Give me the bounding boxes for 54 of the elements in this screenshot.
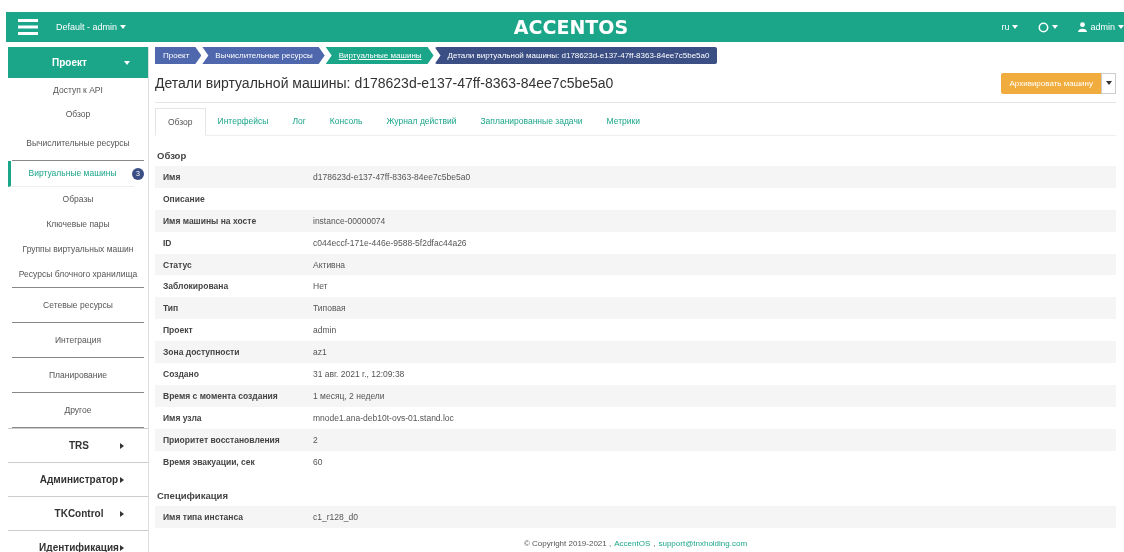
field-label: Имя узла	[162, 412, 203, 423]
field-label: Имя типа инстанса	[162, 512, 244, 523]
field-value: mnode1.ana-deb10t-ovs-01.stand.loc	[313, 412, 454, 423]
sidebar-item[interactable]: Доступ к API	[8, 78, 148, 102]
sidebar-item[interactable]: Ресурсы блочного хранилища	[12, 262, 144, 288]
breadcrumb-item[interactable]: Проект	[155, 47, 202, 64]
sidebar-item[interactable]: Интеграция	[12, 323, 144, 358]
field-label: Время с момента создания	[162, 390, 279, 401]
circle-icon	[1038, 21, 1050, 33]
field-value: instance-00000074	[313, 215, 386, 226]
copyright-text: © Copyright 2019-2021 ,	[523, 539, 612, 549]
sidebar-item[interactable]: Группы виртуальных машин	[8, 237, 148, 262]
tab[interactable]: Обзор	[155, 108, 206, 136]
breadcrumb-item[interactable]: Детали виртуальной машины: d178623d-e137-47ff-8363-84ee7c5be5a0	[434, 47, 718, 64]
sidebar-item[interactable]: Ключевые пары	[8, 212, 148, 237]
field-label: Имя	[162, 171, 182, 182]
field-value: d178623d-e137-47ff-8363-84ee7c5be5a0	[313, 171, 471, 182]
user-icon	[1078, 22, 1088, 32]
field-value: Активна	[313, 259, 346, 270]
field-value: Нет	[313, 281, 328, 292]
field-value: az1	[313, 347, 327, 358]
field-label: ID	[162, 237, 173, 248]
field-label: Приоритет восстановления	[162, 434, 281, 445]
separator-text: ,	[653, 539, 656, 549]
logo: ACCENTOS	[513, 16, 629, 38]
field-label: Зона доступности	[162, 347, 241, 358]
sidebar-item[interactable]: Вычислительные ресурсы	[12, 126, 144, 161]
breadcrumb-item[interactable]: Вычислительные ресурсы	[202, 47, 325, 64]
field-label: Тип	[162, 303, 180, 314]
dropdown-toggle[interactable]	[1101, 72, 1116, 94]
field-label: Имя машины на хосте	[162, 215, 258, 226]
sidebar-item[interactable]: Образы	[8, 187, 148, 212]
field-value: 60	[313, 456, 323, 467]
theme-dropdown[interactable]	[1038, 21, 1059, 33]
field-label: Заблокирована	[162, 281, 230, 292]
sidebar-item[interactable]: Сетевые ресурсы	[12, 288, 144, 323]
menu-icon[interactable]	[18, 19, 38, 35]
field-label: Время эвакуации, сек	[162, 456, 256, 467]
field-label: Проект	[162, 325, 194, 336]
field-value: 1 месяц, 2 недели	[313, 390, 385, 401]
field-value: c1_r128_d0	[313, 512, 358, 523]
section-title: Спецификация	[156, 489, 229, 504]
field-label: Статус	[162, 259, 193, 270]
field-label: Создано	[162, 368, 200, 379]
page-title: Детали виртуальной машины: d178623d-e137-47ff-8363-84ee7c5be5a0	[155, 75, 614, 91]
sidebar-item[interactable]: Планирование	[12, 358, 144, 393]
field-value: 31 авг. 2021 г., 12:09:38	[313, 368, 405, 379]
field-value: c044eccf-171e-446e-9588-5f2dfac44a26	[313, 237, 467, 248]
field-label: Описание	[162, 193, 206, 204]
field-value: 2	[313, 434, 318, 445]
section-title: Обзор	[156, 149, 188, 163]
sidebar-item[interactable]: Обзор	[8, 102, 148, 126]
field-value: admin	[313, 325, 337, 336]
field-value: Типовая	[313, 303, 346, 314]
